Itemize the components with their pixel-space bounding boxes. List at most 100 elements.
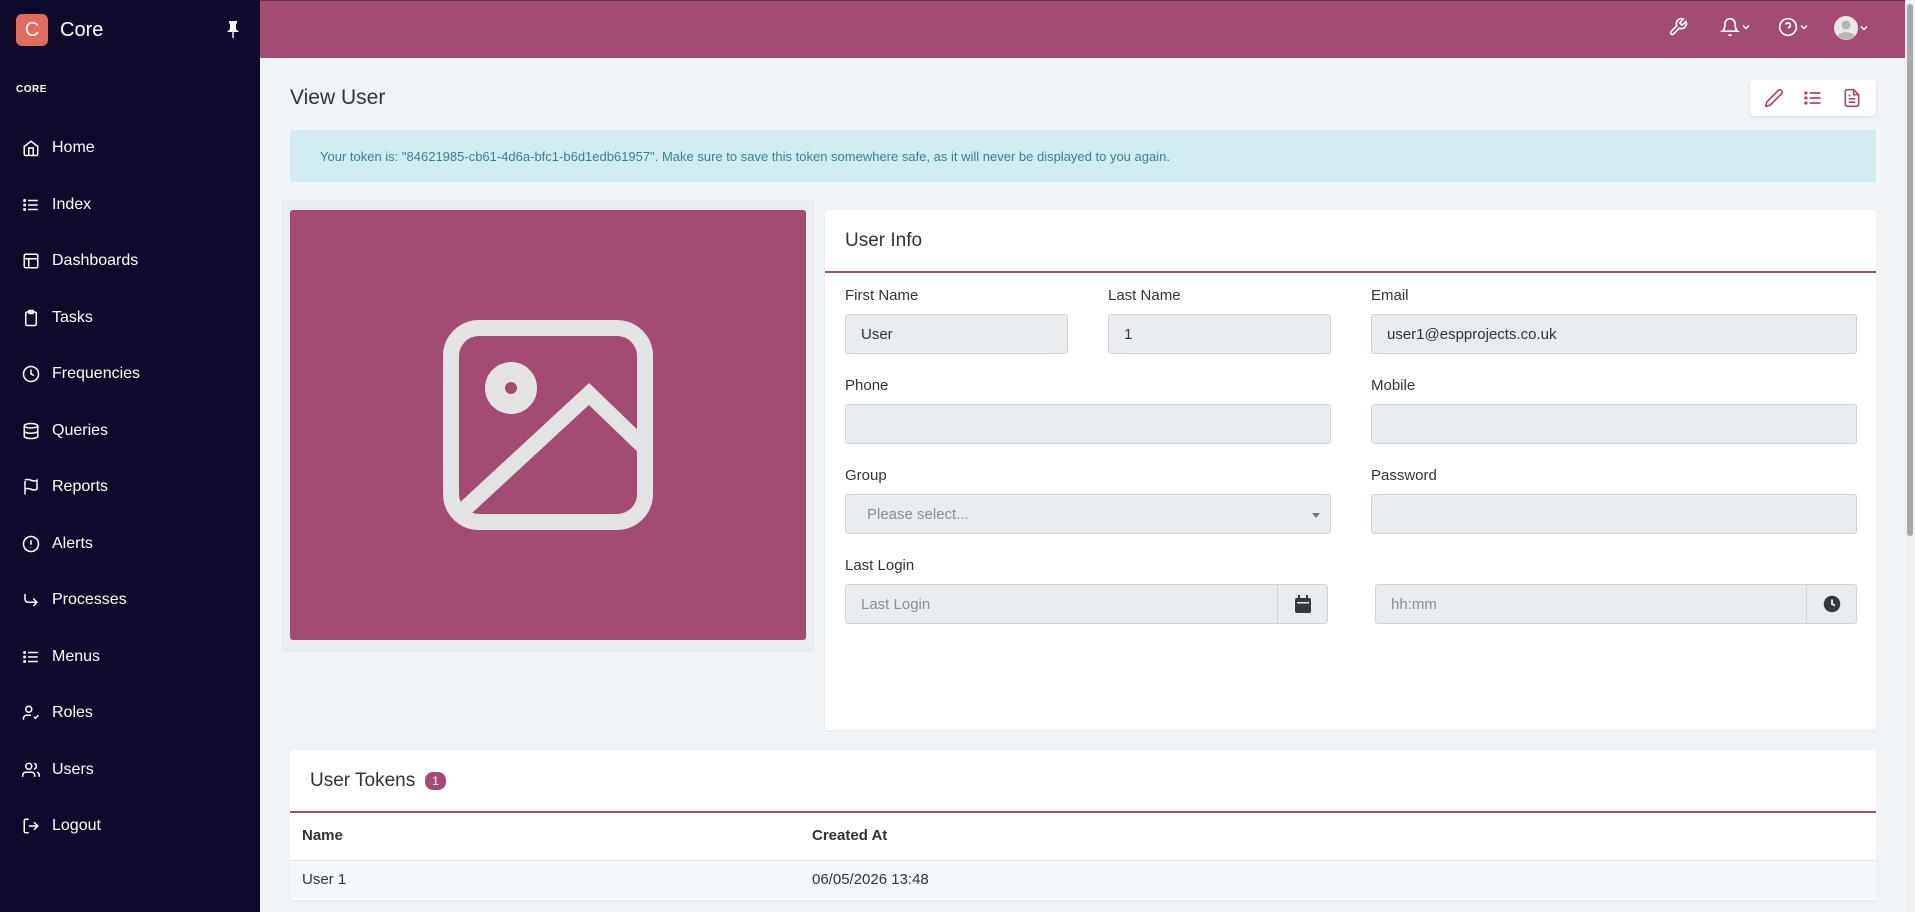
page-title: View User [290, 86, 386, 109]
brand[interactable]: C Core [0, 0, 260, 60]
email-field[interactable]: user1@espprojects.co.uk [1371, 314, 1857, 354]
sidebar-item-alerts[interactable]: Alerts [0, 516, 260, 573]
page-toolbar [1750, 80, 1876, 116]
sidebar-item-processes[interactable]: Processes [0, 572, 260, 629]
sidebar-item-label: Alerts [52, 534, 93, 552]
last-name-label: Last Name [1108, 287, 1181, 304]
user-tokens-title: User Tokens [310, 769, 416, 791]
list-view-button[interactable] [1797, 82, 1829, 114]
list-icon [23, 650, 38, 663]
phone-field[interactable] [845, 404, 1331, 444]
password-field[interactable] [1371, 494, 1857, 534]
chevron-down-icon [1742, 24, 1750, 30]
list-icon [23, 198, 38, 211]
sidebar-item-label: Logout [52, 817, 101, 835]
brand-name: Core [60, 18, 104, 41]
users-icon [22, 762, 40, 777]
last-login-time-field[interactable]: hh:mm [1375, 584, 1857, 624]
last-login-time-value: hh:mm [1391, 595, 1437, 613]
sidebar-item-index[interactable]: Index [0, 177, 260, 234]
sidebar-item-label: Home [52, 139, 95, 157]
sidebar-item-logout[interactable]: Logout [0, 798, 260, 855]
sidebar-item-label: Frequencies [52, 365, 141, 383]
user-tokens-card: User Tokens 1 Name Created At User 1 06/… [290, 750, 1876, 900]
mobile-field[interactable] [1371, 404, 1857, 444]
group-select[interactable]: Please select... [845, 494, 1331, 534]
dashboard-icon [23, 253, 39, 269]
clock-icon [22, 366, 40, 383]
user-check-icon [22, 705, 40, 720]
sidebar-item-frequencies[interactable]: Frequencies [0, 346, 260, 403]
tools-button[interactable] [1668, 17, 1688, 37]
image-placeholder-icon [443, 320, 653, 530]
mobile-label: Mobile [1371, 377, 1416, 394]
token-created-at-cell: 06/05/2026 13:48 [812, 871, 929, 888]
sidebar: C Core CORE Home Index Dashboards Tasks … [0, 0, 260, 912]
sidebar-item-label: Processes [52, 591, 127, 609]
calendar-icon [1294, 595, 1311, 613]
scrollbar-thumb[interactable] [1907, 4, 1913, 536]
logout-icon [23, 818, 39, 834]
caret-down-icon [1312, 513, 1320, 518]
profile-image[interactable] [290, 210, 806, 640]
last-name-field[interactable]: 1 [1108, 314, 1331, 354]
bell-icon [1720, 17, 1740, 37]
date-picker-button[interactable] [1277, 585, 1327, 623]
sidebar-item-queries[interactable]: Queries [0, 403, 260, 460]
flag-icon [24, 478, 38, 495]
corner-down-right-icon [24, 594, 39, 607]
page-scrollbar[interactable] [1905, 0, 1915, 912]
user-info-card: User Info First Name User Last Name 1 Em… [825, 210, 1876, 730]
token-count-badge: 1 [425, 771, 446, 790]
chevron-down-icon [1800, 24, 1808, 30]
sidebar-item-label: Index [52, 195, 92, 213]
profile-image-panel [282, 200, 814, 652]
first-name-label: First Name [845, 287, 919, 304]
group-select-value: Please select... [867, 505, 969, 523]
list-icon [1804, 91, 1821, 105]
table-row[interactable]: User 1 06/05/2026 13:48 [290, 860, 1876, 898]
last-login-label: Last Login [845, 557, 915, 574]
sidebar-item-menus[interactable]: Menus [0, 629, 260, 686]
column-header-created-at[interactable]: Created At [812, 827, 887, 844]
chevron-down-icon [1860, 25, 1868, 31]
sidebar-item-label: Tasks [52, 308, 93, 326]
sidebar-item-reports[interactable]: Reports [0, 459, 260, 516]
file-text-icon [1844, 88, 1860, 108]
user-info-title: User Info [825, 210, 1876, 273]
sidebar-item-dashboards[interactable]: Dashboards [0, 233, 260, 290]
top-bar [260, 0, 1905, 58]
alert-circle-icon [22, 535, 40, 552]
database-icon [23, 422, 39, 440]
group-label: Group [845, 467, 887, 484]
help-button[interactable] [1778, 17, 1810, 37]
token-alert: Your token is: "84621985-cb61-4d6a-bfc1-… [290, 130, 1876, 182]
sidebar-item-tasks[interactable]: Tasks [0, 290, 260, 347]
email-label: Email [1371, 287, 1409, 304]
sidebar-item-home[interactable]: Home [0, 120, 260, 177]
sidebar-item-label: Reports [52, 478, 109, 496]
last-login-date-field[interactable]: Last Login [845, 584, 1328, 624]
document-button[interactable] [1836, 82, 1868, 114]
user-tokens-header: User Tokens 1 [290, 750, 1876, 813]
sidebar-item-label: Dashboards [52, 252, 139, 270]
avatar-icon [1834, 16, 1858, 40]
help-icon [1778, 17, 1798, 37]
pin-icon[interactable] [226, 20, 240, 38]
phone-label: Phone [845, 377, 889, 394]
time-picker-button[interactable] [1806, 585, 1856, 623]
notifications-button[interactable] [1720, 17, 1752, 37]
sidebar-item-roles[interactable]: Roles [0, 685, 260, 742]
clock-icon [1823, 595, 1840, 613]
home-icon [23, 140, 39, 157]
sidebar-item-label: Menus [52, 647, 101, 665]
column-header-name[interactable]: Name [302, 827, 343, 844]
pencil-icon [1764, 89, 1783, 108]
sidebar-item-users[interactable]: Users [0, 742, 260, 799]
wrench-icon [1669, 17, 1688, 36]
edit-button[interactable] [1758, 82, 1790, 114]
user-menu-button[interactable] [1834, 16, 1870, 40]
first-name-field[interactable]: User [845, 314, 1068, 354]
sidebar-item-label: Users [52, 760, 94, 778]
password-label: Password [1371, 467, 1437, 484]
